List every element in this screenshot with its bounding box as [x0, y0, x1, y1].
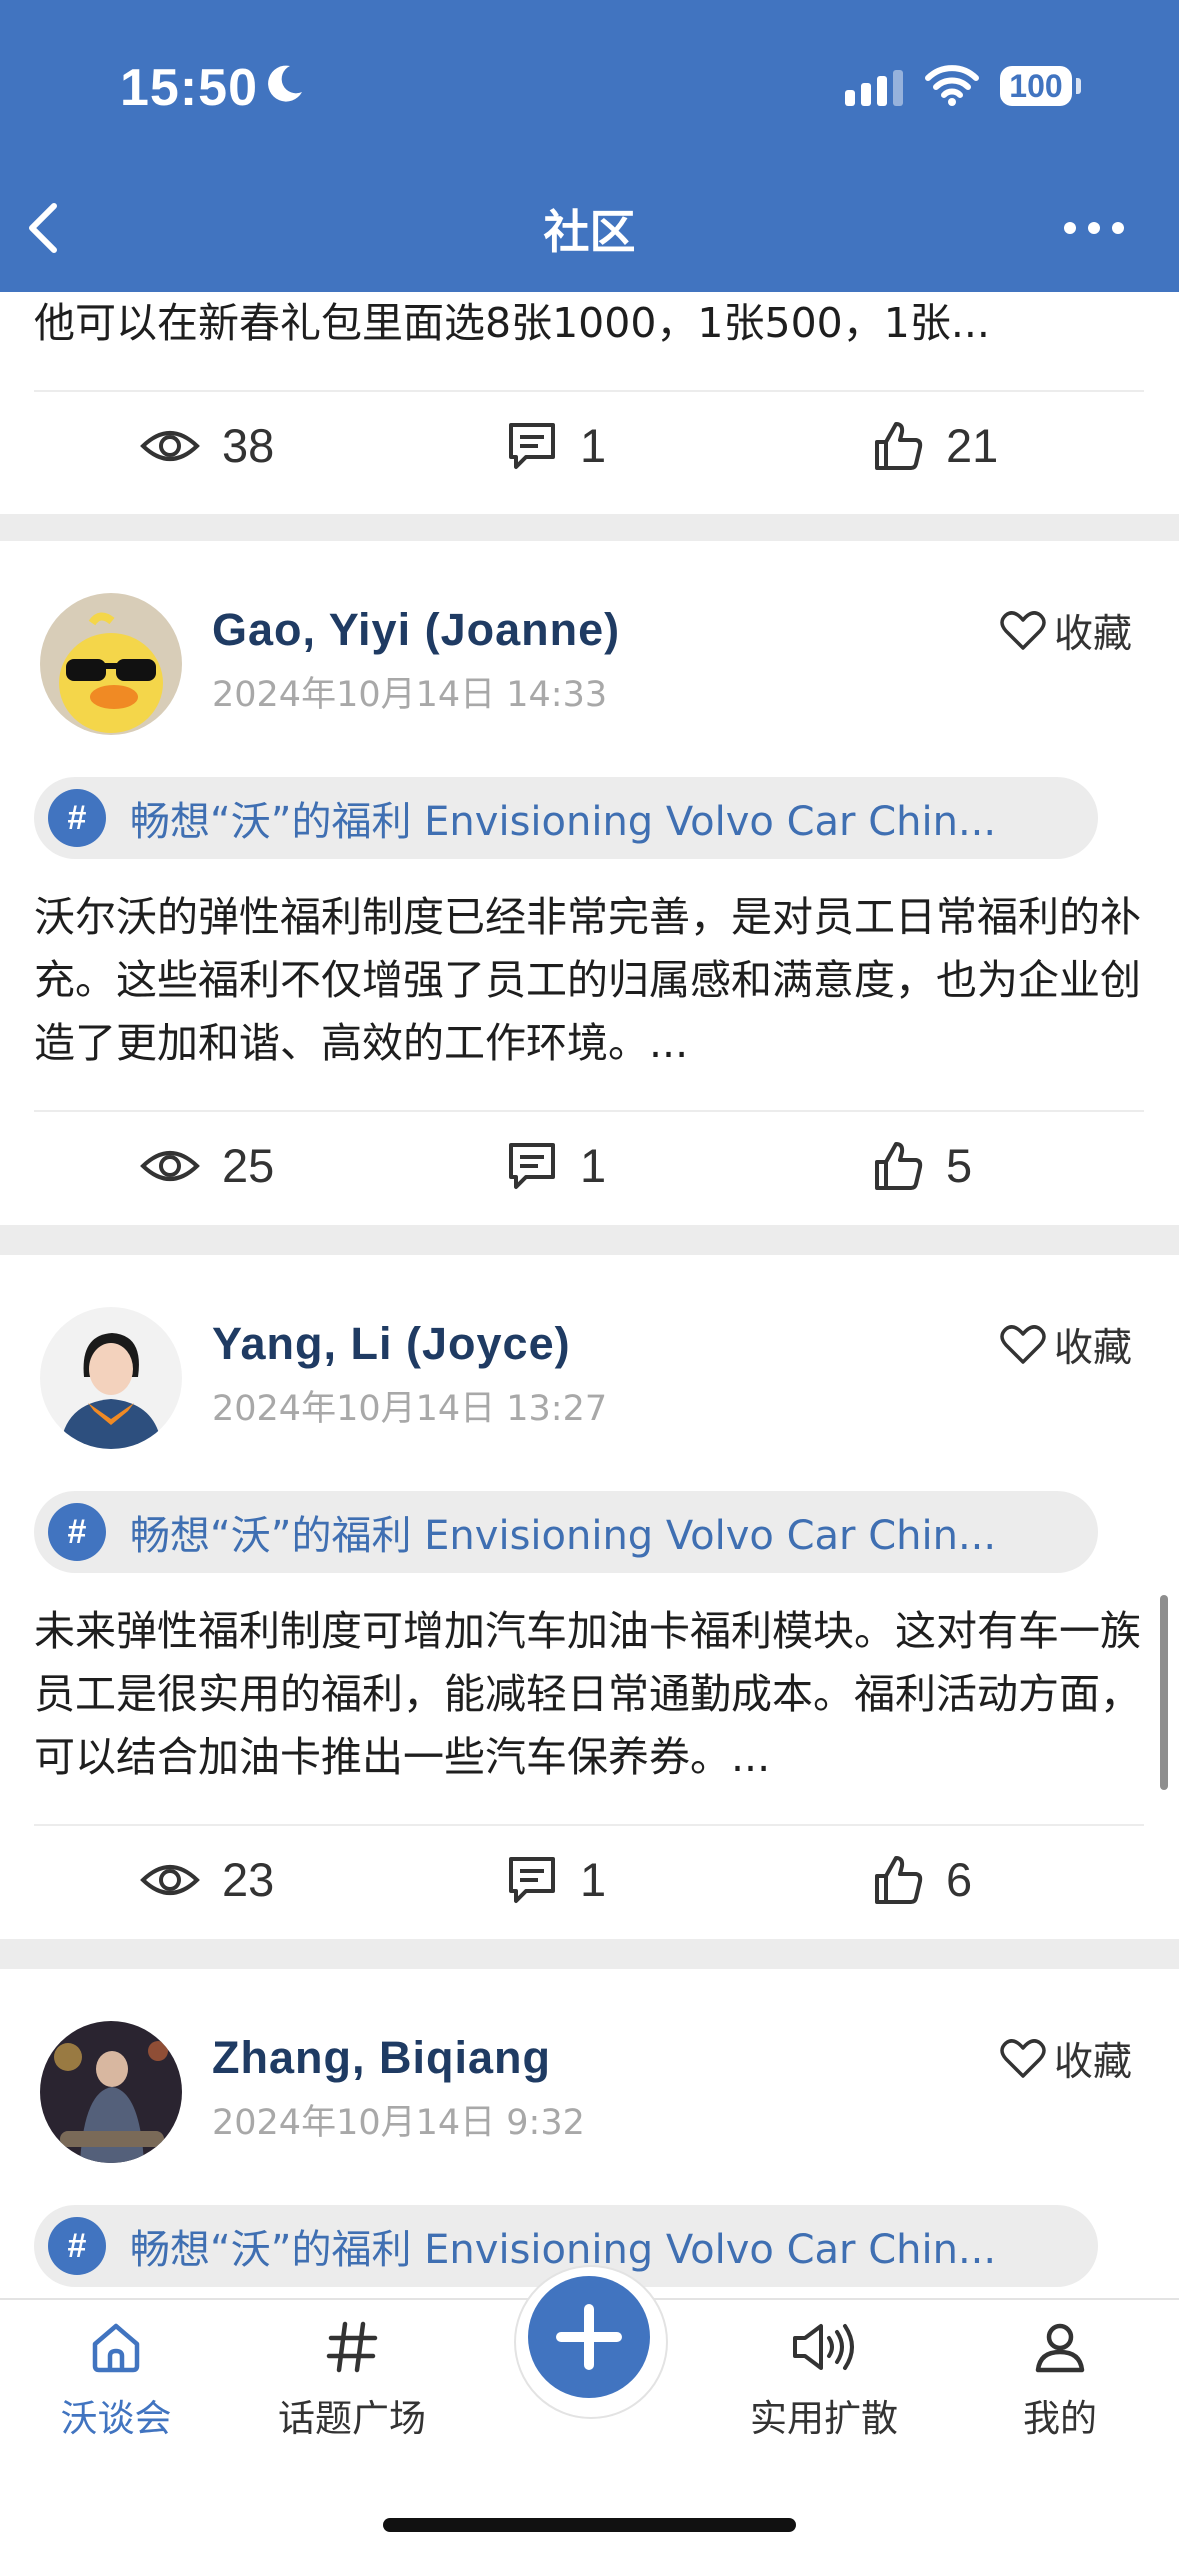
like-count-value: 6 — [946, 1853, 973, 1906]
topic-tag[interactable]: # 畅想“沃”的福利 Envisioning Volvo Car Chin... — [34, 777, 1098, 859]
favorite-label: 收藏 — [1054, 2040, 1133, 2085]
home-indicator[interactable] — [383, 2518, 796, 2532]
view-count: 38 — [140, 418, 274, 473]
post-card[interactable]: Yang, Li (Joyce) 2024年10月14日 13:27 收藏 # … — [0, 1255, 1179, 1939]
post-card[interactable]: Zhang, Biqiang 2024年10月14日 9:32 收藏 # 畅想“… — [0, 1969, 1179, 2309]
tab-home-label: 沃谈会 — [60, 2397, 172, 2440]
hash-icon — [326, 2321, 378, 2373]
comment-icon — [509, 422, 555, 469]
topic-tag-label: 畅想“沃”的福利 Envisioning Volvo Car Chin... — [130, 2227, 997, 2273]
post-card[interactable]: 他可以在新春礼包里面选8张1000，1张500，1张... 38 1 21 — [0, 292, 1179, 514]
favorite-button[interactable]: 收藏 — [1000, 1317, 1132, 1373]
favorite-button[interactable]: 收藏 — [1000, 603, 1132, 659]
tab-topics[interactable]: 话题广场 — [262, 2320, 442, 2442]
post-text: 他可以在新春礼包里面选8张1000，1张500，1张... — [34, 299, 990, 347]
comment-count-value: 1 — [580, 419, 607, 472]
comment-icon — [509, 1856, 555, 1903]
speaker-icon — [793, 2324, 854, 2370]
tab-spread-label: 实用扩散 — [750, 2397, 898, 2440]
like-count[interactable]: 5 — [872, 1138, 972, 1193]
thumbs-up-icon — [875, 1855, 923, 1904]
app-header: 15:50 100 社区 — [0, 0, 1179, 292]
favorite-label: 收藏 — [1054, 612, 1133, 657]
signal-icon — [845, 70, 903, 106]
favorite-button[interactable]: 收藏 — [1000, 2031, 1132, 2087]
tab-mine[interactable]: 我的 — [970, 2320, 1150, 2442]
person-icon — [1035, 2323, 1085, 2373]
eye-icon — [140, 1864, 200, 1895]
hash-icon: # — [48, 2217, 106, 2275]
author-name[interactable]: Yang, Li (Joyce) — [212, 1318, 571, 1370]
like-count-value: 5 — [946, 1139, 973, 1192]
comment-count[interactable]: 1 — [506, 418, 606, 473]
author-name[interactable]: Gao, Yiyi (Joanne) — [212, 604, 620, 656]
view-count-value: 38 — [222, 419, 275, 472]
post-date: 2024年10月14日 14:33 — [212, 675, 608, 715]
more-options-icon[interactable] — [1062, 220, 1126, 236]
view-count: 23 — [140, 1852, 274, 1907]
tab-mine-label: 我的 — [1023, 2397, 1097, 2440]
avatar[interactable] — [40, 1307, 182, 1449]
topic-tag-label: 畅想“沃”的福利 Envisioning Volvo Car Chin... — [130, 1513, 997, 1559]
comment-count[interactable]: 1 — [506, 1852, 606, 1907]
status-time: 15:50 — [120, 59, 258, 117]
moon-icon — [268, 65, 302, 102]
heart-icon — [1000, 611, 1046, 650]
thumbs-up-icon — [875, 1141, 923, 1190]
avatar[interactable] — [40, 2021, 182, 2163]
home-icon — [92, 2323, 140, 2373]
view-count-value: 23 — [222, 1853, 275, 1906]
comment-icon — [509, 1142, 555, 1189]
like-count-value: 21 — [946, 419, 999, 472]
page-title: 社区 — [543, 205, 636, 259]
tab-spread[interactable]: 实用扩散 — [734, 2320, 914, 2442]
scrollbar[interactable] — [1160, 1595, 1168, 1790]
post-date: 2024年10月14日 13:27 — [212, 1389, 608, 1429]
comment-count-value: 1 — [580, 1853, 607, 1906]
author-name[interactable]: Zhang, Biqiang — [212, 2032, 551, 2084]
wifi-icon — [925, 65, 979, 106]
divider — [34, 1110, 1144, 1112]
heart-icon — [1000, 2039, 1046, 2078]
view-count-value: 25 — [222, 1139, 275, 1192]
battery-indicator: 100 — [1000, 66, 1072, 106]
post-date: 2024年10月14日 9:32 — [212, 2103, 585, 2143]
plus-icon — [556, 2304, 622, 2370]
comment-count[interactable]: 1 — [506, 1138, 606, 1193]
eye-icon — [140, 430, 200, 461]
tab-topics-label: 话题广场 — [278, 2397, 426, 2440]
avatar[interactable] — [40, 593, 182, 735]
topic-tag[interactable]: # 畅想“沃”的福利 Envisioning Volvo Car Chin... — [34, 1491, 1098, 1573]
hash-icon: # — [48, 789, 106, 847]
like-count[interactable]: 21 — [872, 418, 998, 473]
view-count: 25 — [140, 1138, 274, 1193]
compose-button[interactable] — [528, 2276, 650, 2398]
favorite-label: 收藏 — [1054, 1326, 1133, 1371]
like-count[interactable]: 6 — [872, 1852, 972, 1907]
post-text: 未来弹性福利制度可增加汽车加油卡福利模块。这对有车一族员工是很实用的福利，能减轻… — [34, 1607, 1141, 1781]
hash-icon: # — [48, 1503, 106, 1561]
post-card[interactable]: Gao, Yiyi (Joanne) 2024年10月14日 14:33 收藏 … — [0, 541, 1179, 1225]
eye-icon — [140, 1150, 200, 1181]
topic-tag-label: 畅想“沃”的福利 Envisioning Volvo Car Chin... — [130, 799, 997, 845]
tab-home[interactable]: 沃谈会 — [26, 2320, 206, 2442]
battery-tip — [1076, 78, 1081, 94]
thumbs-up-icon — [875, 421, 923, 470]
comment-count-value: 1 — [580, 1139, 607, 1192]
post-text: 沃尔沃的弹性福利制度已经非常完善，是对员工日常福利的补充。这些福利不仅增强了员工… — [34, 893, 1141, 1067]
divider — [34, 1824, 1144, 1826]
heart-icon — [1000, 1325, 1046, 1364]
divider — [34, 390, 1144, 392]
